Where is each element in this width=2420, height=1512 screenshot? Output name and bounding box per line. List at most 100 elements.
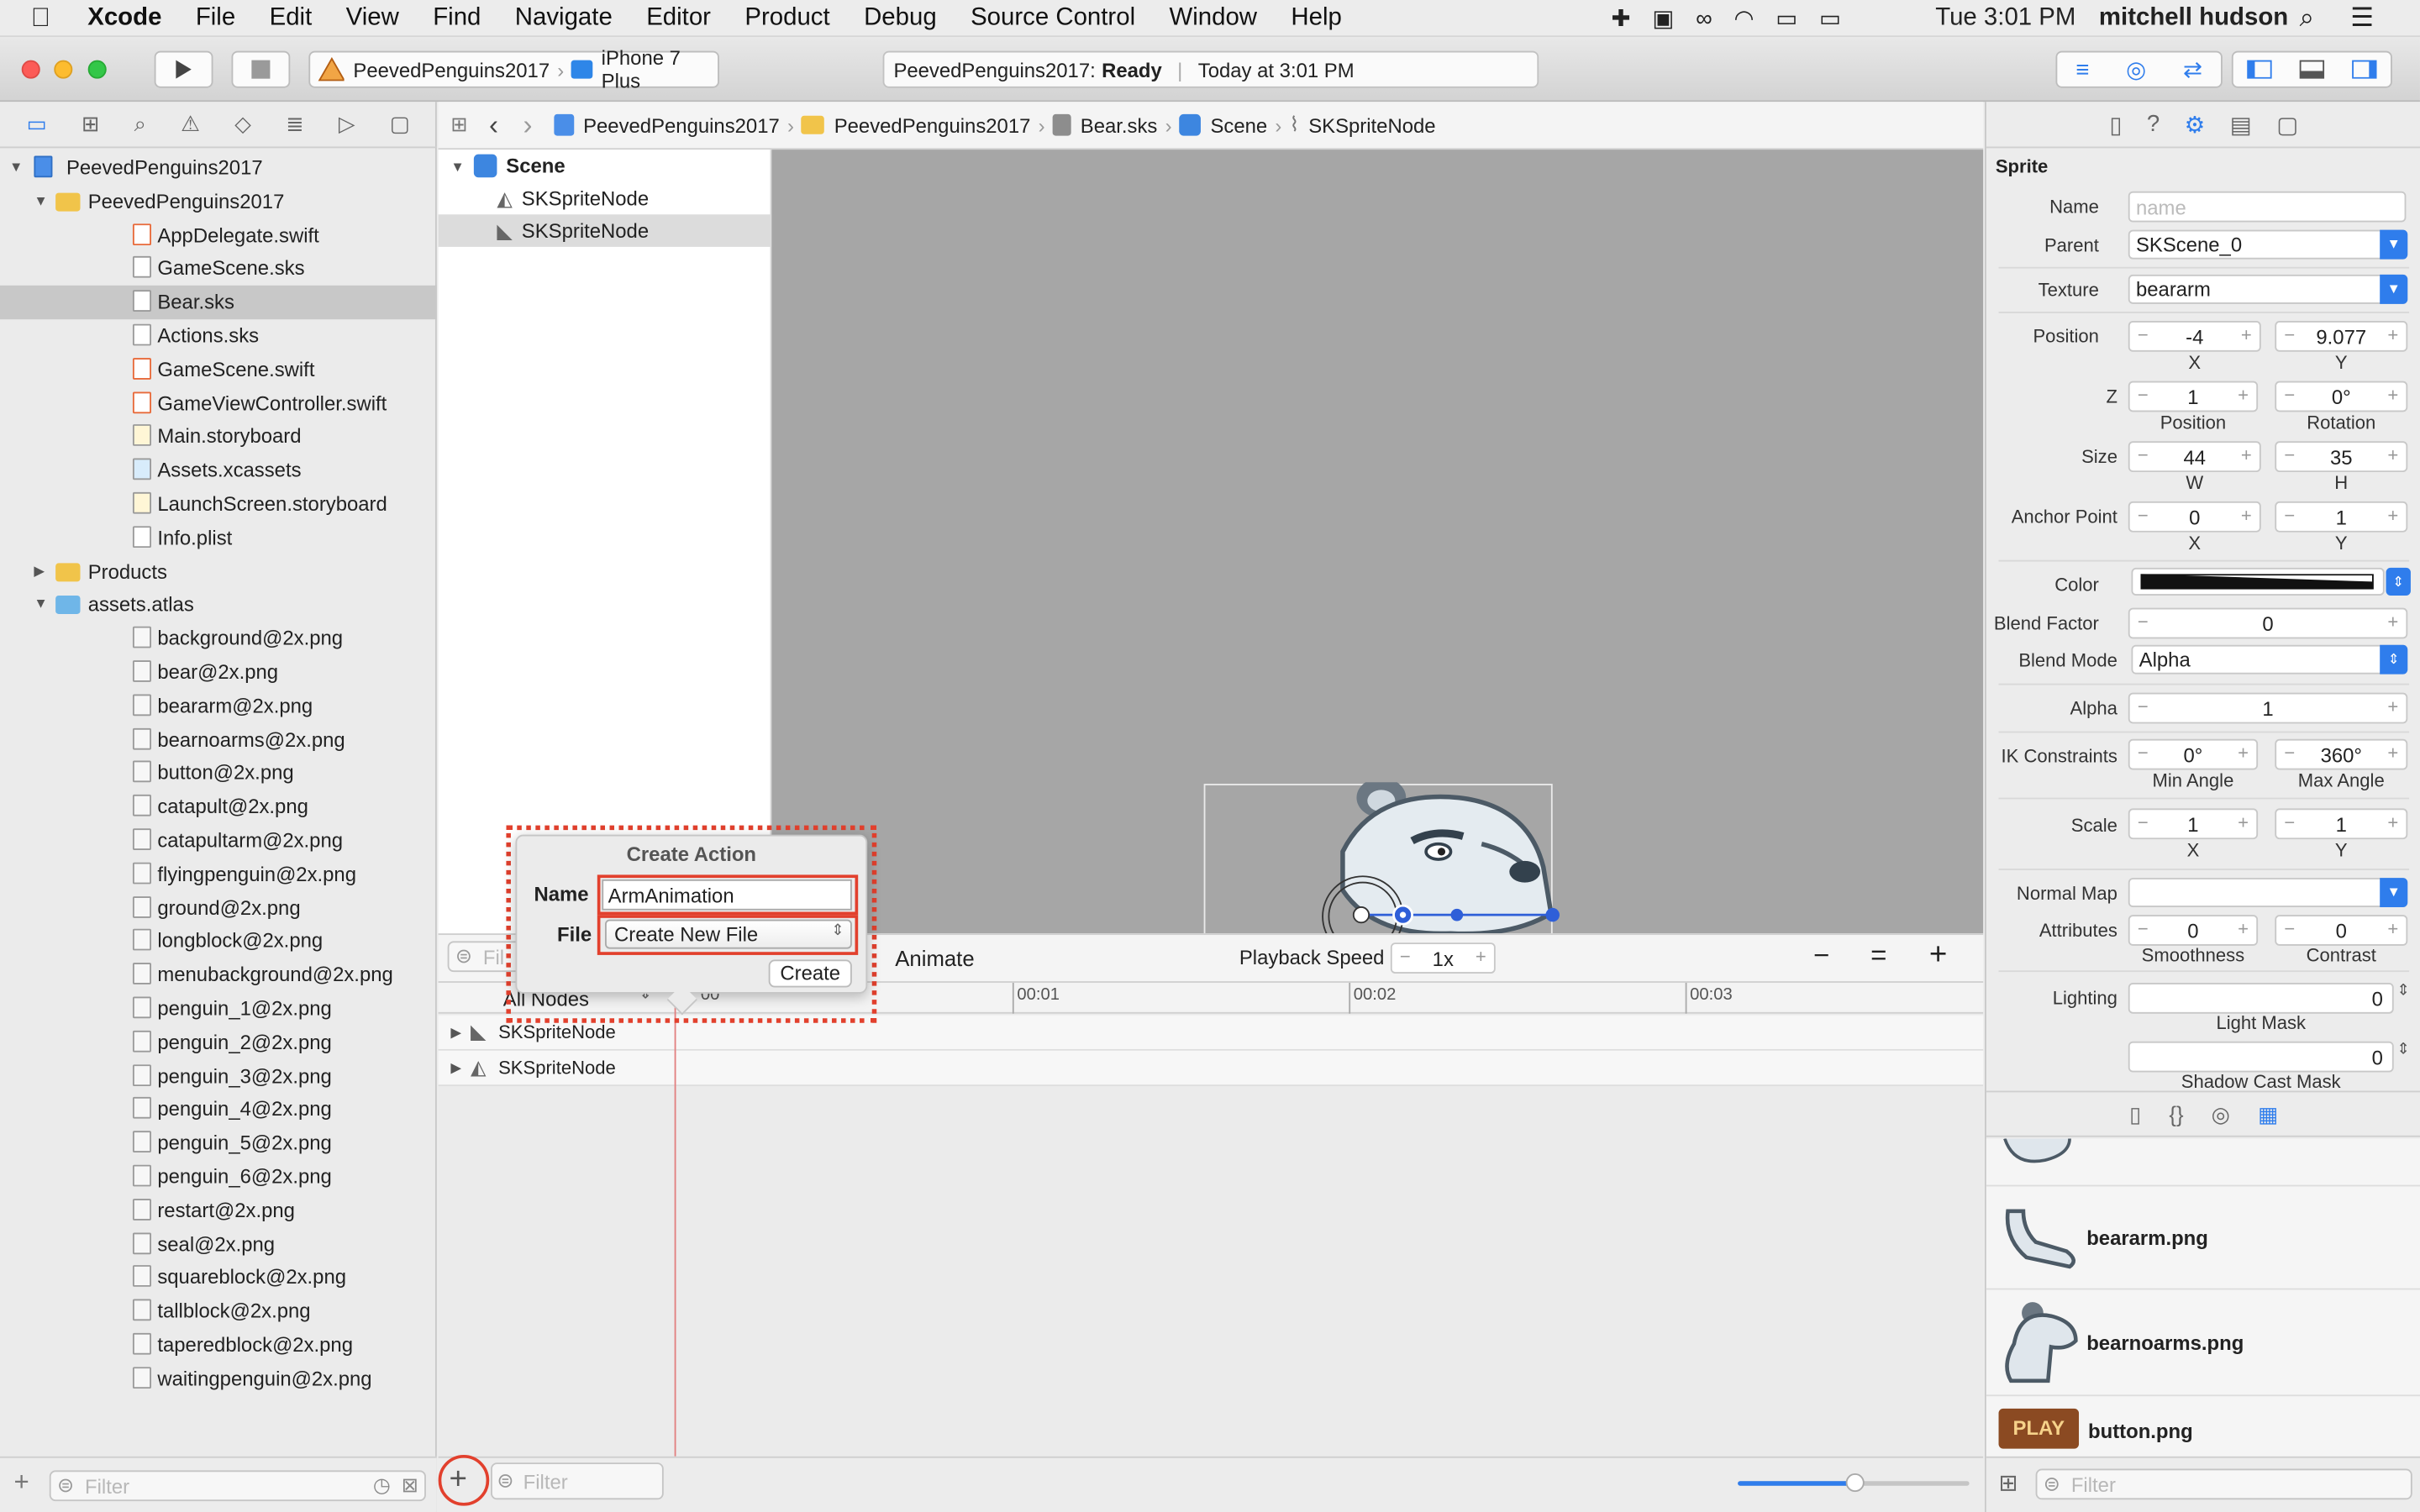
- crumb-folder[interactable]: PeevedPenguins2017: [834, 113, 1031, 137]
- zoom-out-icon[interactable]: −: [1813, 940, 1829, 973]
- scale-y-stepper[interactable]: −1 +: [2275, 808, 2408, 840]
- anchor-y-stepper[interactable]: −1 +: [2275, 501, 2408, 533]
- size-h-stepper[interactable]: −35 +: [2275, 441, 2408, 473]
- navigator-row[interactable]: catapultarm@2x.png: [0, 824, 437, 858]
- debug-navigator-icon[interactable]: ≣: [286, 111, 304, 137]
- increase-icon[interactable]: +: [1476, 946, 1486, 968]
- navigator-row[interactable]: catapult@2x.png: [0, 790, 437, 824]
- menu-find[interactable]: Find: [433, 4, 481, 32]
- zoom-reset-icon[interactable]: =: [1870, 940, 1886, 973]
- issue-navigator-icon[interactable]: ⚠: [181, 111, 200, 137]
- navigator-row[interactable]: GameViewController.swift: [0, 386, 437, 420]
- navigator-row[interactable]: longblock@2x.png: [0, 925, 437, 958]
- media-library-icon[interactable]: ▦: [2258, 1100, 2278, 1126]
- standard-editor-icon[interactable]: ≡: [2075, 56, 2089, 82]
- disclosure-closed-icon[interactable]: ▶: [450, 1059, 461, 1076]
- blend-mode-select[interactable]: Alpha ⇕: [2131, 644, 2408, 675]
- wifi-icon[interactable]: ◠: [1733, 5, 1754, 32]
- navigator-row[interactable]: bear@2x.png: [0, 656, 437, 690]
- add-file-icon[interactable]: +: [14, 1467, 29, 1499]
- navigator-row[interactable]: Info.plist: [0, 521, 437, 554]
- menu-view[interactable]: View: [346, 4, 399, 32]
- increment-icon[interactable]: +: [2241, 444, 2252, 466]
- navigator-row[interactable]: ▼ PeevedPenguins2017: [0, 151, 437, 185]
- zoom-in-icon[interactable]: +: [1929, 938, 1947, 974]
- battery-icon[interactable]: ▭: [1819, 5, 1841, 32]
- normal-map-select[interactable]: ▼: [2128, 878, 2408, 907]
- menu-file[interactable]: File: [196, 4, 235, 32]
- light-mask-stepper-icon[interactable]: ⇕: [2396, 983, 2409, 1000]
- recent-files-icon[interactable]: ◷: [373, 1473, 391, 1498]
- increment-icon[interactable]: +: [2387, 611, 2398, 633]
- size-inspector-icon[interactable]: ▢: [2276, 110, 2298, 138]
- crumb-scene[interactable]: Scene: [1210, 113, 1267, 137]
- navigator-row[interactable]: squareblock@2x.png: [0, 1261, 437, 1294]
- navigator-row[interactable]: Actions.sks: [0, 319, 437, 353]
- stop-button[interactable]: [231, 50, 291, 88]
- shadow-mask-stepper-icon[interactable]: ⇕: [2396, 1042, 2409, 1058]
- forward-arrow-icon[interactable]: ›: [523, 108, 532, 141]
- apple-icon[interactable]: : [31, 3, 50, 34]
- airplay-icon[interactable]: ▭: [1776, 5, 1797, 32]
- related-items-icon[interactable]: ⊞: [450, 113, 467, 137]
- scene-node-row[interactable]: ◭ SKSpriteNode: [439, 182, 772, 215]
- navigator-row[interactable]: penguin_4@2x.png: [0, 1093, 437, 1126]
- library-item[interactable]: PLAY button.png: [1986, 1396, 2420, 1457]
- navigator-row[interactable]: penguin_6@2x.png: [0, 1160, 437, 1194]
- navigator-row[interactable]: taperedblock@2x.png: [0, 1328, 437, 1362]
- scene-canvas[interactable]: [771, 150, 1984, 934]
- notification-center-icon[interactable]: ☰: [2350, 3, 2374, 34]
- navigator-row[interactable]: waitingpenguin@2x.png: [0, 1362, 437, 1395]
- navigator-row[interactable]: ▼ assets.atlas: [0, 589, 437, 622]
- symbol-navigator-icon[interactable]: ⊞: [82, 111, 100, 137]
- shadow-mask-field[interactable]: 0: [2128, 1041, 2394, 1073]
- scene-root-row[interactable]: ▼ Scene: [439, 150, 772, 182]
- navigator-row[interactable]: GameScene.sks: [0, 252, 437, 286]
- increment-icon[interactable]: +: [2387, 384, 2398, 406]
- navigator-row[interactable]: Assets.xcassets: [0, 454, 437, 487]
- zoom-window-button[interactable]: [87, 60, 107, 79]
- increment-icon[interactable]: +: [2387, 811, 2398, 833]
- assistant-editor-icon[interactable]: ◎: [2126, 55, 2146, 83]
- library-item[interactable]: beararm.png: [1986, 1186, 2420, 1288]
- library-filter-field[interactable]: ⊜ Filter: [2035, 1468, 2412, 1500]
- create-button[interactable]: Create: [768, 959, 852, 988]
- menu-help[interactable]: Help: [1291, 4, 1341, 32]
- navigator-row[interactable]: penguin_1@2x.png: [0, 992, 437, 1026]
- alpha-stepper[interactable]: −1 +: [2128, 692, 2408, 724]
- navigator-row[interactable]: penguin_5@2x.png: [0, 1126, 437, 1160]
- navigator-row[interactable]: seal@2x.png: [0, 1227, 437, 1261]
- playhead[interactable]: [674, 982, 676, 1457]
- disclosure-open-icon[interactable]: ▼: [450, 158, 464, 173]
- run-button[interactable]: [154, 50, 213, 88]
- version-editor-icon[interactable]: ⇄: [2183, 55, 2202, 83]
- menu-product[interactable]: Product: [744, 4, 829, 32]
- ik-max-stepper[interactable]: −360° +: [2275, 738, 2408, 770]
- scm-filter-icon[interactable]: ⊠: [402, 1473, 418, 1498]
- timeline-track-row[interactable]: ▶ ◭ SKSpriteNode: [438, 1050, 1984, 1087]
- close-window-button[interactable]: [21, 60, 40, 79]
- zoom-slider[interactable]: [1738, 1473, 1970, 1493]
- menu-source-control[interactable]: Source Control: [971, 4, 1135, 32]
- navigator-row[interactable]: penguin_2@2x.png: [0, 1026, 437, 1059]
- navigator-row[interactable]: button@2x.png: [0, 757, 437, 790]
- toggle-debug-area-icon[interactable]: [2299, 60, 2325, 79]
- printer-status-icon[interactable]: ▣: [1652, 5, 1674, 32]
- navigator-row[interactable]: tallblock@2x.png: [0, 1294, 437, 1328]
- plus-status-icon[interactable]: ✚: [1612, 5, 1631, 32]
- smoothness-stepper[interactable]: −0 +: [2128, 915, 2259, 946]
- increment-icon[interactable]: +: [2387, 696, 2398, 717]
- name-field[interactable]: name: [2128, 191, 2407, 223]
- navigator-row[interactable]: bearnoarms@2x.png: [0, 723, 437, 757]
- navigator-row[interactable]: ▶ Products: [0, 554, 437, 588]
- library-item[interactable]: bearnoarms.png: [1986, 1289, 2420, 1394]
- rotation-stepper[interactable]: −0° +: [2275, 381, 2408, 412]
- navigator-row[interactable]: penguin_3@2x.png: [0, 1059, 437, 1093]
- increment-icon[interactable]: +: [2241, 505, 2252, 527]
- zoom-slider-knob[interactable]: [1845, 1473, 1865, 1493]
- file-inspector-icon[interactable]: ▯: [2109, 110, 2122, 138]
- toggle-utilities-icon[interactable]: [2352, 60, 2377, 79]
- navigator-row[interactable]: LaunchScreen.storyboard: [0, 487, 437, 521]
- position-y-stepper[interactable]: −9.077 +: [2275, 321, 2408, 352]
- navigator-row[interactable]: menubackground@2x.png: [0, 958, 437, 992]
